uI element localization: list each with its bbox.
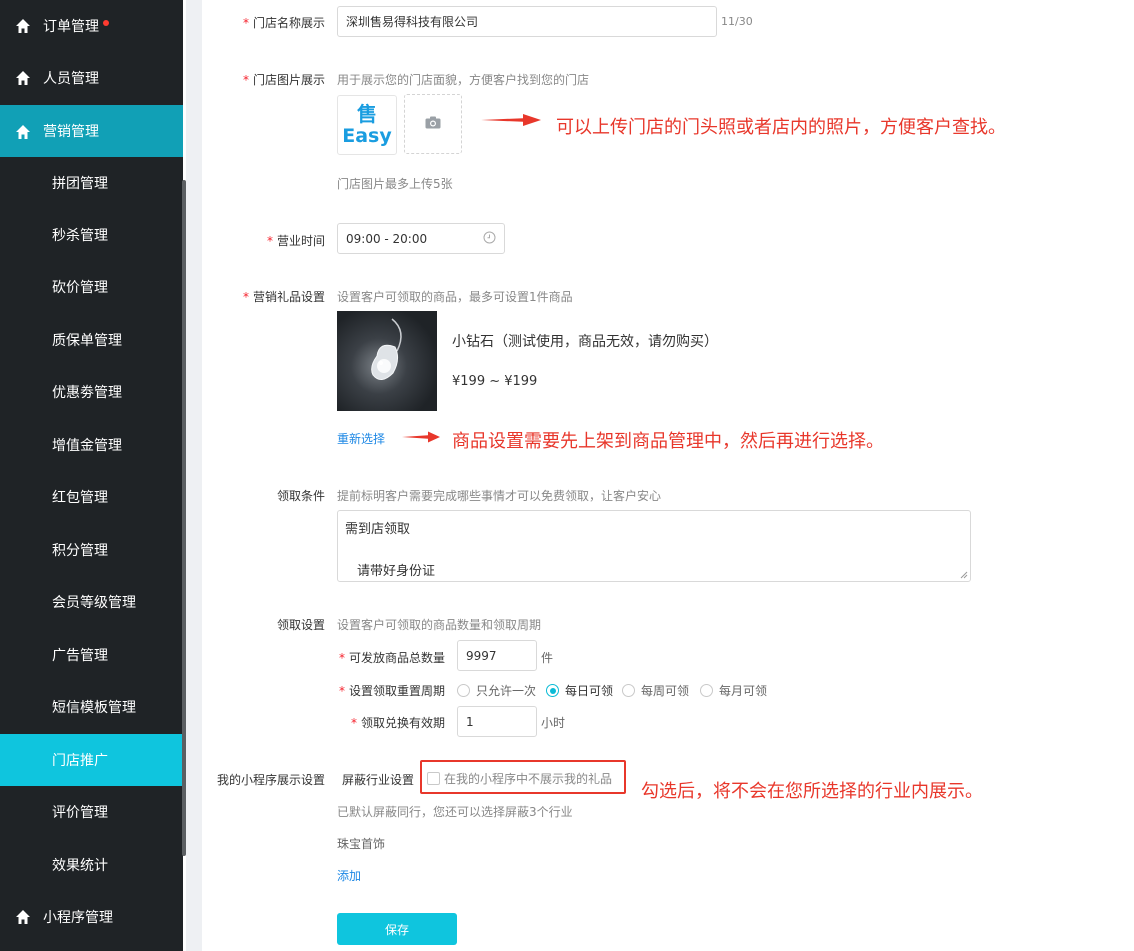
sidebar-sub-item[interactable]: 增值金管理 <box>0 419 183 471</box>
sidebar-sub-item[interactable]: 秒杀管理 <box>0 209 183 261</box>
claim-settings-label: 领取设置 <box>276 618 325 632</box>
add-industry-link[interactable]: 添加 <box>337 867 361 884</box>
radio-circle <box>700 684 713 697</box>
home-icon <box>14 908 32 926</box>
sidebar: 订单管理 人员管理 营销管理 拼团管理 秒杀管理 砍价管理 质保单管理 优惠劵管… <box>0 0 183 951</box>
sidebar-sub-item[interactable]: 优惠劵管理 <box>0 366 183 418</box>
radio-label: 只允许一次 <box>476 684 537 698</box>
sidebar-item-orders[interactable]: 订单管理 <box>0 0 183 52</box>
gift-settings-label: * 营销礼品设置 <box>242 290 325 304</box>
sidebar-sub-item[interactable]: 砍价管理 <box>0 261 183 313</box>
store-image-annotation: 可以上传门店的门头照或者店内的照片，方便客户查找。 <box>556 117 1006 138</box>
sidebar-item-label: 小程序管理 <box>43 910 113 926</box>
home-icon <box>14 69 32 87</box>
period-radio-once[interactable]: 只允许一次 <box>457 682 536 699</box>
miniapp-settings-label: 我的小程序展示设置 <box>216 773 325 787</box>
business-hours-value: 09:00 - 20:00 <box>346 231 428 246</box>
notification-dot <box>103 20 109 26</box>
store-name-label: * 门店名称展示 <box>242 16 325 30</box>
store-image-limit-hint: 门店图片最多上传5张 <box>337 177 453 191</box>
miniapp-annotation: 勾选后，将不会在您所选择的行业内展示。 <box>641 781 983 802</box>
claim-settings-hint: 设置客户可领取的商品数量和领取周期 <box>337 618 542 632</box>
validity-label: * 领取兑换有效期 <box>350 716 445 730</box>
sidebar-sub-item[interactable]: 短信模板管理 <box>0 681 183 733</box>
gift-settings-hint: 设置客户可领取的商品，最多可设置1件商品 <box>337 290 573 304</box>
period-radio-daily[interactable]: 每日可领 <box>546 682 613 699</box>
hide-gift-checkbox[interactable]: 在我的小程序中不展示我的礼品 <box>427 770 612 787</box>
radio-circle <box>457 684 470 697</box>
period-radio-monthly[interactable]: 每月可领 <box>700 682 767 699</box>
total-quantity-unit: 件 <box>541 651 554 665</box>
reselect-link[interactable]: 重新选择 <box>337 430 385 447</box>
conditions-textarea[interactable]: 需到店领取 请带好身份证 <box>337 510 971 582</box>
camera-icon <box>425 116 441 132</box>
business-hours-input[interactable]: 09:00 - 20:00 <box>337 223 505 254</box>
store-name-input[interactable]: 深圳售易得科技有限公司 <box>337 6 717 37</box>
checkbox-box <box>427 772 440 785</box>
sidebar-sub-item-active[interactable]: 门店推广 <box>0 734 183 786</box>
home-icon <box>14 17 32 35</box>
radio-label: 每周可领 <box>641 684 690 698</box>
radio-label: 每月可领 <box>719 684 768 698</box>
sidebar-sub-item[interactable]: 拼团管理 <box>0 157 183 209</box>
business-hours-label: * 营业时间 <box>266 234 325 248</box>
upload-image-button[interactable] <box>404 94 462 154</box>
clock-icon <box>483 231 496 247</box>
pendant-icon <box>371 318 402 380</box>
product-price: ¥199 ~ ¥199 <box>452 374 538 389</box>
sidebar-sub-item[interactable]: 红包管理 <box>0 471 183 523</box>
conditions-line-2: 请带好身份证 <box>357 564 436 579</box>
app-root: 订单管理 人员管理 营销管理 拼团管理 秒杀管理 砍价管理 质保单管理 优惠劵管… <box>0 0 1134 951</box>
sidebar-item-staff[interactable]: 人员管理 <box>0 52 183 104</box>
conditions-hint: 提前标明客户需要完成哪些事情才可以免费领取，让客户安心 <box>337 489 662 503</box>
sidebar-sub-item[interactable]: 会员等级管理 <box>0 576 183 628</box>
annotation-arrow-icon <box>402 431 440 443</box>
home-icon <box>14 122 32 140</box>
sidebar-sub-item[interactable]: 质保单管理 <box>0 314 183 366</box>
block-industry-label: 屏蔽行业设置 <box>342 773 415 787</box>
radio-label: 每日可领 <box>565 684 614 698</box>
conditions-label: 领取条件 <box>276 489 325 503</box>
sidebar-sub-item[interactable]: 广告管理 <box>0 629 183 681</box>
radio-circle <box>622 684 635 697</box>
product-name: 小钻石（测试使用，商品无效，请勿购买） <box>452 334 718 350</box>
reset-period-label: * 设置领取重置周期 <box>338 684 445 698</box>
total-quantity-input[interactable]: 9997 <box>457 640 537 671</box>
logo-text-bottom: Easy <box>342 125 392 147</box>
sidebar-item-miniapp[interactable]: 小程序管理 <box>0 891 183 943</box>
sidebar-sub-item[interactable]: 效果统计 <box>0 839 183 891</box>
sidebar-item-label: 营销管理 <box>43 124 99 140</box>
conditions-line-1: 需到店领取 <box>345 522 411 537</box>
radio-circle <box>546 684 559 697</box>
validity-input[interactable]: 1 <box>457 706 537 737</box>
product-image <box>337 311 437 411</box>
blocked-industry-hint: 已默认屏蔽同行，您还可以选择屏蔽3个行业 <box>337 805 573 819</box>
sidebar-sub-item[interactable]: 评价管理 <box>0 786 183 838</box>
period-radio-weekly[interactable]: 每周可领 <box>622 682 689 699</box>
logo-text-top: 售 <box>357 102 377 126</box>
store-name-counter: 11/30 <box>721 15 753 28</box>
page-gutter <box>186 0 202 951</box>
checkbox-label: 在我的小程序中不展示我的礼品 <box>444 772 613 786</box>
validity-unit: 小时 <box>541 716 566 730</box>
total-quantity-label: * 可发放商品总数量 <box>338 651 445 665</box>
sidebar-item-label: 订单管理 <box>43 19 99 35</box>
save-button[interactable]: 保存 <box>337 913 457 945</box>
store-logo-image[interactable]: 售 Easy <box>337 95 397 155</box>
gift-annotation: 商品设置需要先上架到商品管理中，然后再进行选择。 <box>452 431 884 452</box>
store-image-hint: 用于展示您的门店面貌，方便客户找到您的门店 <box>337 73 590 87</box>
annotation-arrow-icon <box>481 114 541 126</box>
sidebar-sub-item[interactable]: 积分管理 <box>0 524 183 576</box>
sidebar-item-label: 人员管理 <box>43 71 99 87</box>
store-image-label: * 门店图片展示 <box>242 73 325 87</box>
industry-tag: 珠宝首饰 <box>337 837 386 851</box>
sidebar-item-marketing[interactable]: 营销管理 <box>0 105 183 157</box>
resize-handle-icon[interactable] <box>960 571 968 579</box>
